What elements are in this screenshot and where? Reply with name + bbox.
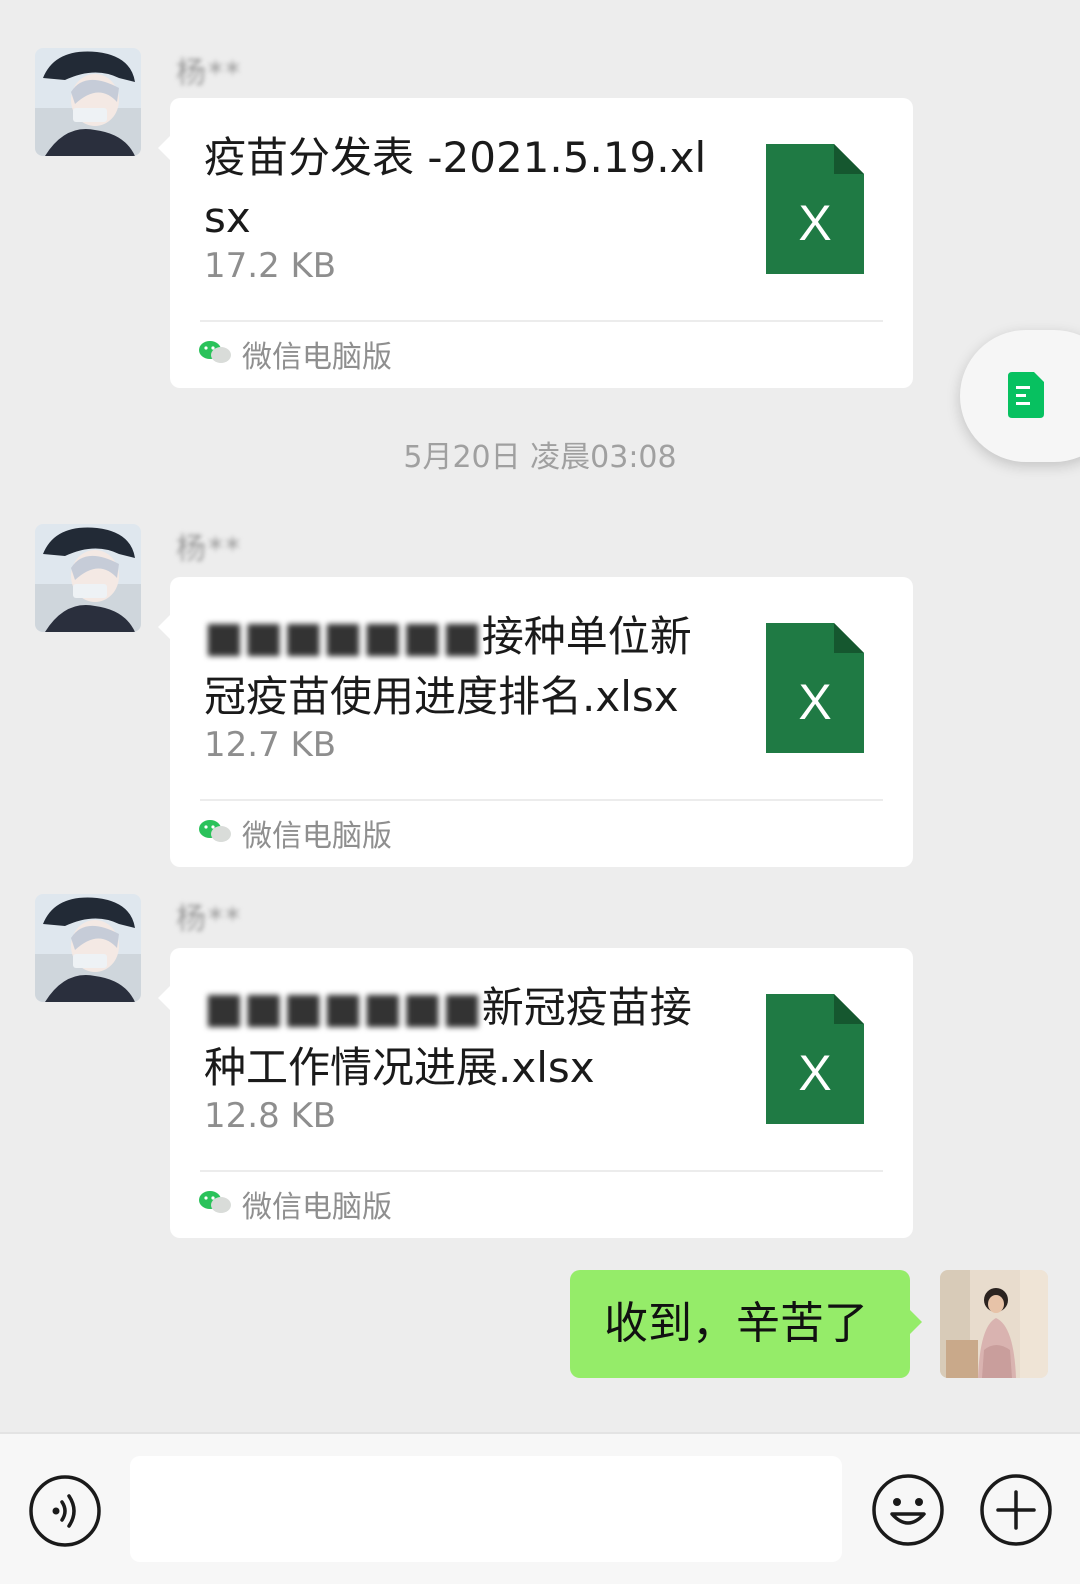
my-avatar[interactable]: [940, 1270, 1048, 1378]
excel-file-icon: X: [766, 144, 864, 274]
excel-letter: X: [798, 1045, 831, 1101]
file-name: 疫苗分发表 -2021.5.19.xlsx: [204, 128, 724, 248]
sender-avatar[interactable]: [35, 524, 141, 632]
wechat-logo-icon: [198, 818, 232, 848]
message-timestamp: 5月20日 凌晨03:08: [403, 440, 677, 475]
sender-avatar[interactable]: [35, 48, 141, 156]
emoji-icon: [870, 1474, 946, 1552]
source-row: 微信电脑版: [198, 1184, 392, 1225]
voice-icon: [28, 1475, 102, 1552]
sender-avatar[interactable]: [35, 894, 141, 1002]
excel-file-icon: X: [766, 994, 864, 1124]
input-bar: [0, 1432, 1080, 1584]
wechat-logo-icon: [198, 1189, 232, 1219]
file-message-card[interactable]: ■■■■■■■接种单位新冠疫苗使用进度排名.xlsx 12.7 KB X 微信电…: [158, 577, 913, 867]
my-message-text: 收到，辛苦了: [604, 1298, 868, 1349]
floating-document-button[interactable]: [960, 330, 1080, 462]
source-label: 微信电脑版: [242, 1190, 392, 1225]
source-label: 微信电脑版: [242, 340, 392, 375]
sender-name: 杨**: [176, 532, 242, 567]
redacted-text: ■■■■■■■: [204, 983, 482, 1032]
source-row: 微信电脑版: [198, 813, 392, 854]
file-message-card[interactable]: 疫苗分发表 -2021.5.19.xlsx 17.2 KB X 微信电脑版: [158, 98, 913, 388]
file-size: 17.2 KB: [204, 246, 337, 286]
sender-name: 杨**: [176, 902, 242, 937]
wechat-logo-icon: [198, 339, 232, 369]
file-size: 12.8 KB: [204, 1096, 337, 1136]
file-name-text: 疫苗分发表 -2021.5.19.xlsx: [204, 133, 707, 242]
message-input[interactable]: [130, 1456, 842, 1562]
file-name: ■■■■■■■新冠疫苗接种工作情况进展.xlsx: [204, 978, 724, 1098]
document-icon: [1008, 372, 1044, 422]
excel-letter: X: [798, 674, 831, 730]
divider: [200, 799, 883, 801]
more-button[interactable]: [978, 1472, 1054, 1548]
bubble-tail: [158, 615, 170, 639]
sender-name: 杨**: [176, 56, 242, 91]
file-name: ■■■■■■■接种单位新冠疫苗使用进度排名.xlsx: [204, 607, 724, 727]
redacted-text: ■■■■■■■: [204, 612, 482, 661]
file-size: 12.7 KB: [204, 725, 337, 765]
source-label: 微信电脑版: [242, 819, 392, 854]
excel-file-icon: X: [766, 623, 864, 753]
file-message-card[interactable]: ■■■■■■■新冠疫苗接种工作情况进展.xlsx 12.8 KB X 微信电脑版: [158, 948, 913, 1238]
excel-letter: X: [798, 195, 831, 251]
plus-icon: [978, 1474, 1054, 1552]
divider: [200, 320, 883, 322]
bubble-tail: [158, 986, 170, 1010]
bubble-tail: [158, 136, 170, 160]
divider: [200, 1170, 883, 1172]
bubble-tail: [910, 1310, 922, 1334]
emoji-button[interactable]: [870, 1472, 946, 1548]
voice-button[interactable]: [28, 1474, 102, 1548]
source-row: 微信电脑版: [198, 334, 392, 375]
my-message-bubble[interactable]: 收到，辛苦了: [570, 1270, 922, 1378]
